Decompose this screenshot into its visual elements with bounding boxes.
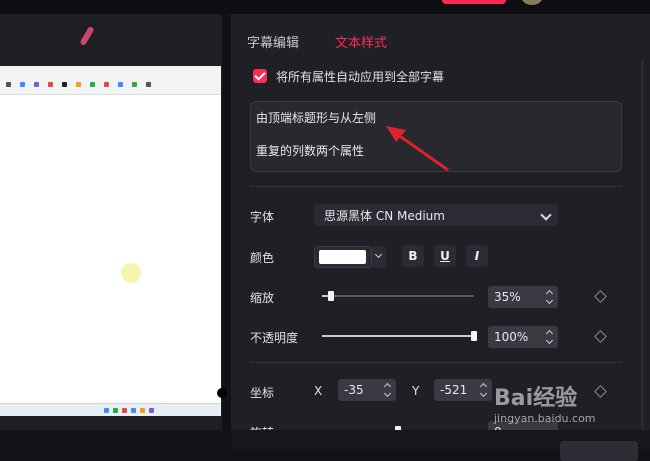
- stepper-icon[interactable]: [545, 328, 554, 346]
- bookmark-icon: [90, 82, 95, 87]
- subtitle-line-1: 由顶端标题形与从左侧: [256, 111, 377, 125]
- bookmark-icon: [118, 82, 123, 87]
- underline-button[interactable]: U: [434, 245, 456, 267]
- opacity-value: 100%: [494, 330, 529, 344]
- position-y-value: -521: [440, 383, 468, 397]
- stepper-icon[interactable]: [479, 381, 488, 399]
- taskbar: [0, 403, 221, 416]
- position-label: 坐标: [250, 386, 275, 400]
- export-button[interactable]: [442, 0, 506, 4]
- taskbar-icon: [122, 408, 127, 413]
- bookmark-icon: [6, 82, 11, 87]
- preview-header: [0, 14, 222, 58]
- scale-slider-thumb[interactable]: [328, 291, 335, 301]
- bookmark-icon: [48, 82, 53, 87]
- tab-text-style[interactable]: 文本样式: [335, 32, 387, 51]
- cursor-highlight: [121, 263, 141, 283]
- bookmark-icon: [76, 82, 81, 87]
- playhead-handle[interactable]: [217, 388, 227, 398]
- scale-input[interactable]: 35%: [488, 286, 558, 308]
- browser-toolbar: [0, 66, 221, 95]
- color-picker[interactable]: [314, 246, 372, 268]
- watermark-brand: Bai经验: [494, 386, 578, 411]
- properties-tabs: 字幕编辑 文本样式: [231, 14, 650, 60]
- subtitle-line-2: 重复的列数两个属性: [256, 144, 365, 158]
- bookmark-icon: [104, 82, 109, 87]
- color-swatch: [319, 250, 366, 264]
- scale-label: 缩放: [250, 291, 275, 305]
- top-bar: [0, 0, 650, 14]
- font-select[interactable]: 思源黑体 CN Medium: [314, 204, 558, 226]
- position-x-value: -35: [344, 383, 364, 397]
- opacity-input[interactable]: 100%: [488, 326, 558, 348]
- scale-slider[interactable]: [322, 295, 474, 297]
- divider: [250, 186, 622, 187]
- preview-footer: [0, 430, 222, 450]
- taskbar-icon: [113, 408, 118, 413]
- x-axis-label: X: [314, 384, 323, 398]
- italic-button[interactable]: I: [466, 245, 488, 267]
- video-preview[interactable]: [0, 66, 221, 416]
- bookmark-icon: [132, 82, 137, 87]
- taskbar-icon: [131, 408, 136, 413]
- position-x-input[interactable]: -35: [338, 379, 396, 401]
- watermark-url: jingyan.baidu.com: [494, 412, 596, 425]
- chevron-down-icon: [540, 209, 552, 221]
- opacity-slider-thumb[interactable]: [471, 331, 477, 341]
- y-axis-label: Y: [412, 384, 420, 398]
- color-dropdown[interactable]: [372, 246, 386, 268]
- stepper-icon[interactable]: [545, 288, 554, 306]
- annotation-arrow: [386, 126, 449, 172]
- apply-all-checkbox[interactable]: [253, 69, 267, 83]
- opacity-slider-fill: [322, 335, 474, 337]
- stepper-icon[interactable]: [383, 381, 392, 399]
- taskbar-icon: [140, 408, 145, 413]
- opacity-label: 不透明度: [250, 331, 299, 345]
- position-y-input[interactable]: -521: [434, 379, 492, 401]
- bold-button[interactable]: B: [402, 245, 424, 267]
- taskbar-icon: [104, 408, 109, 413]
- footer-button[interactable]: [560, 441, 638, 461]
- bookmark-icon: [34, 82, 39, 87]
- bookmark-icon: [20, 82, 25, 87]
- apply-all-label: 将所有属性自动应用到全部字幕: [276, 70, 445, 84]
- scale-value: 35%: [494, 290, 521, 304]
- scrollbar[interactable]: [641, 60, 644, 430]
- watermark-logo: Bai经验 jingyan.baidu.com: [494, 380, 596, 425]
- taskbar-icon: [149, 408, 154, 413]
- tab-subtitle-edit[interactable]: 字幕编辑: [247, 32, 299, 51]
- color-label: 颜色: [250, 251, 275, 265]
- font-value: 思源黑体 CN Medium: [324, 209, 445, 223]
- bookmark-icon: [62, 82, 67, 87]
- bookmark-icon: [146, 82, 151, 87]
- font-label: 字体: [250, 210, 275, 224]
- divider: [250, 362, 622, 363]
